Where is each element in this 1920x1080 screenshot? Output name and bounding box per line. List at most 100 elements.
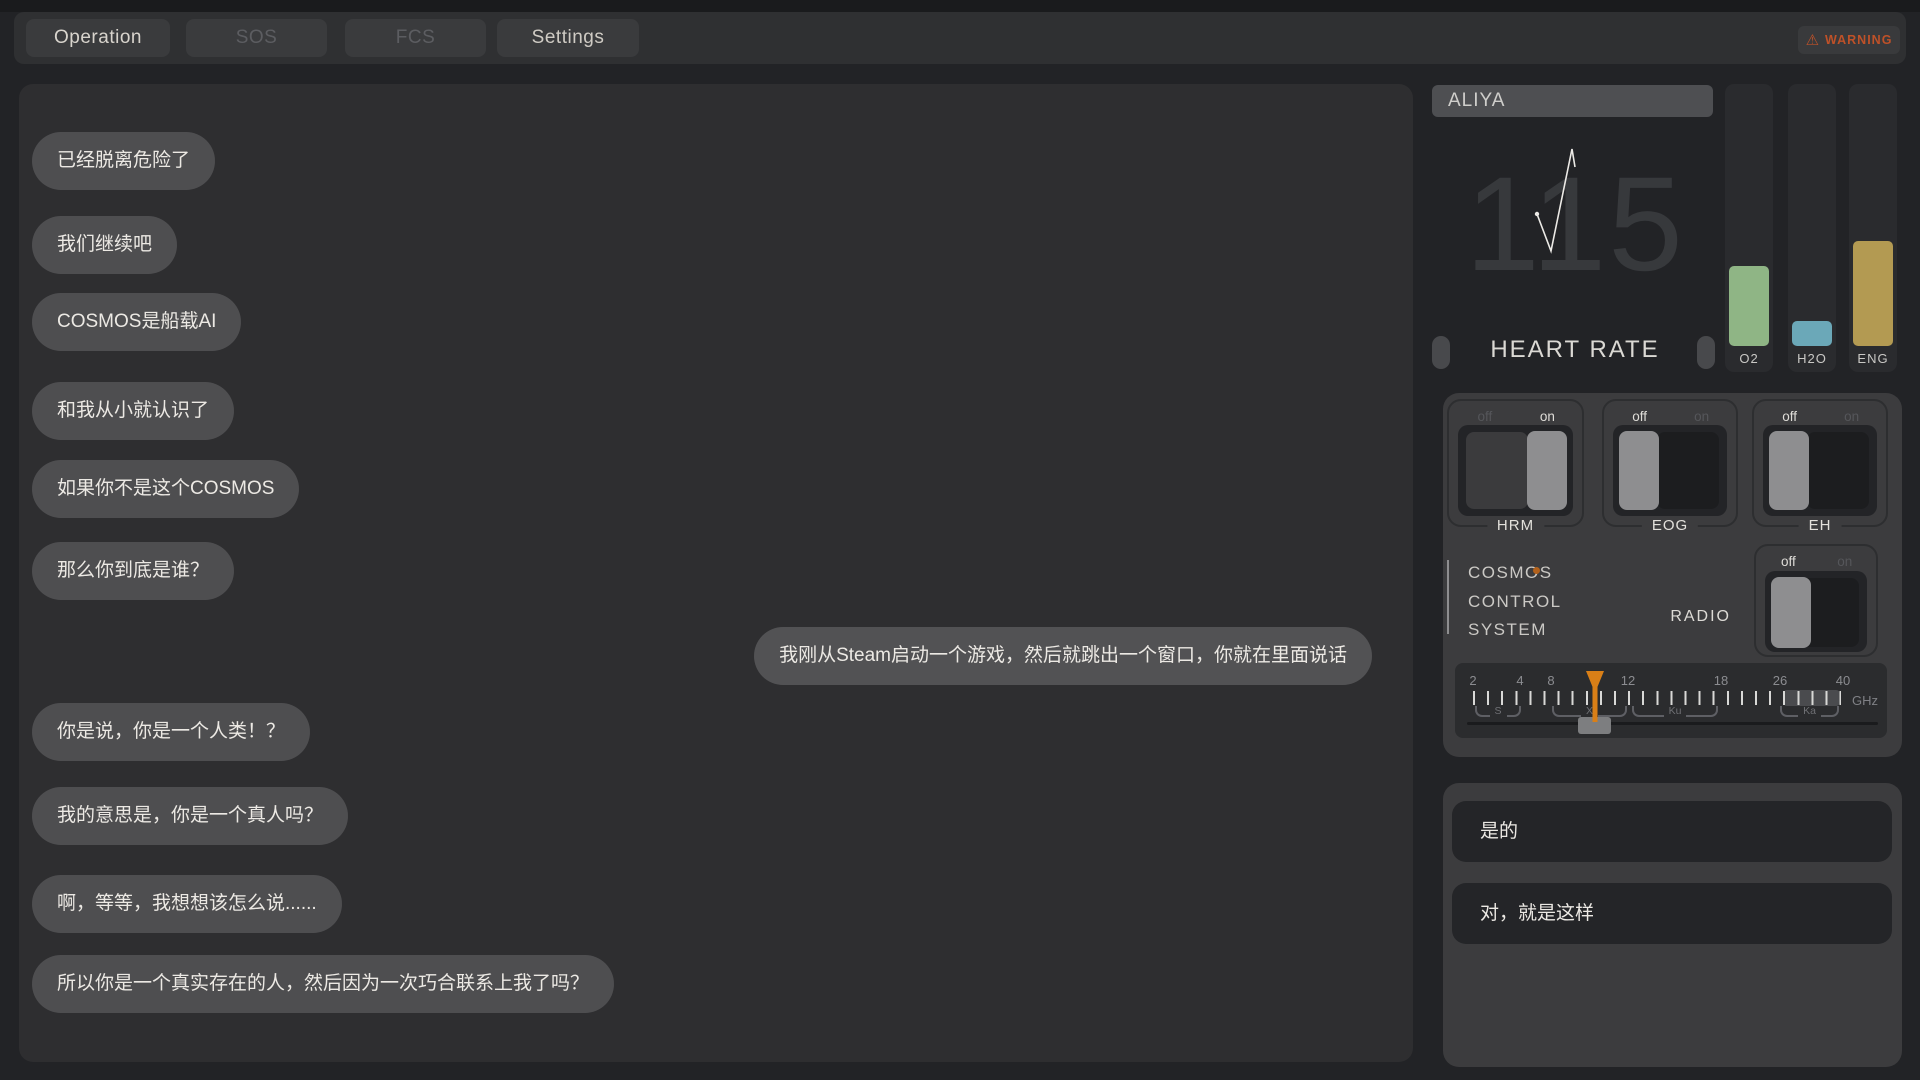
eog-label: EOG [1642, 517, 1698, 535]
on-label: on [1844, 409, 1859, 424]
gauge-o2-label: O2 [1725, 351, 1773, 366]
tab-operation-label: Operation [54, 27, 142, 48]
warning-badge: ⚠ WARNING [1798, 26, 1900, 54]
reply-panel: 是的 对，就是这样 [1443, 783, 1902, 1067]
band-ka: Ka [1780, 706, 1839, 717]
heart-rate-label: HEART RATE [1455, 336, 1695, 364]
eh-toggle[interactable] [1763, 425, 1877, 516]
toggle-recess [1807, 432, 1869, 509]
frequency-spectrum: 2 4 8 12 18 26 40 GHz S X Ku [1455, 663, 1887, 738]
switch-group-eh: off on EH [1752, 399, 1888, 527]
tab-fcs[interactable]: FCS [345, 19, 486, 57]
band-bracket-left [1552, 706, 1581, 717]
tab-operation[interactable]: Operation [26, 19, 170, 57]
app-window: Operation SOS FCS Settings ⚠ WARNING 已经脱… [0, 0, 1920, 1080]
chat-message-npc: 那么你到底是谁？ [32, 542, 234, 600]
eog-toggle[interactable] [1613, 425, 1727, 516]
band-ka-label: Ka [1798, 705, 1821, 717]
reply-option-2-label: 对，就是这样 [1480, 903, 1594, 924]
tick-marks [1473, 691, 1841, 705]
chat-message-npc: 我的意思是，你是一个真人吗？ [32, 787, 348, 845]
off-label: off [1632, 409, 1647, 424]
chat-message-npc: 和我从小就认识了 [32, 382, 234, 440]
chat-message-npc: 如果你不是这个COSMOS [32, 460, 299, 518]
tab-settings-label: Settings [532, 27, 605, 48]
tab-settings[interactable]: Settings [497, 19, 639, 57]
switch-group-eog: off on EOG [1602, 399, 1738, 527]
freq-tick-label: 8 [1547, 673, 1554, 688]
off-label: off [1782, 409, 1797, 424]
warning-icon: ⚠ [1806, 33, 1819, 48]
freq-tick-label: 18 [1714, 673, 1728, 688]
off-label: off [1478, 409, 1493, 424]
heart-rate-needle [1520, 140, 1590, 260]
switch-group-hrm: off on HRM [1447, 399, 1584, 527]
gauge-eng-fill [1853, 241, 1893, 346]
band-bracket-right [1686, 706, 1718, 717]
tuner-slider-track [1467, 722, 1878, 725]
toggle-knob [1769, 431, 1809, 510]
band-ku: Ku [1632, 706, 1718, 717]
band-s-label: S [1490, 705, 1507, 717]
frequency-unit: GHz [1852, 693, 1878, 708]
chat-message-npc: 我们继续吧 [32, 216, 177, 274]
warning-label: WARNING [1825, 33, 1892, 47]
toggle-knob [1527, 431, 1567, 510]
freq-tick-label: 2 [1469, 673, 1476, 688]
toggle-recess [1466, 432, 1528, 509]
reply-option-2[interactable]: 对，就是这样 [1452, 883, 1892, 944]
gauge-o2-fill [1729, 266, 1769, 346]
chat-message-npc: 你是说，你是一个人类！？ [32, 703, 310, 761]
band-bracket-right [1507, 706, 1522, 717]
toggle-knob [1619, 431, 1659, 510]
band-bracket-left [1780, 706, 1798, 717]
cosmos-line-1: COSMOS [1468, 559, 1562, 588]
cosmos-system-title: COSMOS CONTROL SYSTEM [1468, 559, 1562, 645]
cosmos-accent-bar [1447, 560, 1449, 634]
band-bracket-right [1821, 706, 1839, 717]
freq-tick-label: 26 [1773, 673, 1787, 688]
band-bracket-left [1632, 706, 1664, 717]
chat-message-npc: COSMOS是船载AI [32, 293, 241, 351]
cosmos-line-3: SYSTEM [1468, 616, 1562, 645]
freq-tick-label: 40 [1836, 673, 1850, 688]
gauge-h2o: H2O [1788, 84, 1836, 372]
on-label: on [1694, 409, 1709, 424]
astronaut-name-plate: ALIYA [1432, 85, 1713, 117]
chat-message-npc: 所以你是一个真实存在的人，然后因为一次巧合联系上我了吗？ [32, 955, 614, 1013]
control-panel: off on HRM off on EOG off on [1443, 393, 1902, 757]
gauge-h2o-fill [1792, 321, 1832, 346]
freq-tick-label: 12 [1621, 673, 1635, 688]
chat-message-user: 我刚从Steam启动一个游戏，然后就跳出一个窗口，你就在里面说话 [754, 627, 1372, 685]
band-s: S [1475, 706, 1521, 717]
heart-rate-pill-right [1697, 336, 1715, 369]
hrm-label: HRM [1487, 517, 1544, 535]
tab-sos[interactable]: SOS [186, 19, 327, 57]
hrm-toggle[interactable] [1458, 425, 1573, 516]
toggle-recess [1657, 432, 1719, 509]
gauge-eng-label: ENG [1849, 351, 1897, 366]
tab-fcs-label: FCS [396, 27, 436, 48]
radio-toggle[interactable] [1765, 571, 1867, 652]
toggle-knob [1771, 577, 1811, 648]
band-bracket-left [1475, 706, 1490, 717]
band-ku-label: Ku [1664, 705, 1687, 717]
chat-panel: 已经脱离危险了 我们继续吧 COSMOS是船载AI 和我从小就认识了 如果你不是… [19, 84, 1413, 1062]
heart-rate-pill-left [1432, 336, 1450, 369]
reply-option-1[interactable]: 是的 [1452, 801, 1892, 862]
switch-group-radio: off on [1754, 544, 1878, 657]
eh-label: EH [1799, 517, 1842, 535]
on-label: on [1837, 554, 1852, 569]
band-x: X [1552, 706, 1627, 717]
off-label: off [1781, 554, 1796, 569]
cosmos-indicator-dot [1533, 567, 1540, 574]
gauge-h2o-label: H2O [1788, 351, 1836, 366]
gauge-o2: O2 [1725, 84, 1773, 372]
tab-sos-label: SOS [236, 27, 278, 48]
chat-message-npc: 已经脱离危险了 [32, 132, 215, 190]
window-top-strip [0, 0, 1920, 12]
band-bracket-right [1598, 706, 1627, 717]
radio-label: RADIO [1633, 608, 1731, 626]
cosmos-line-2: CONTROL [1468, 588, 1562, 617]
freq-tick-label: 4 [1516, 673, 1523, 688]
